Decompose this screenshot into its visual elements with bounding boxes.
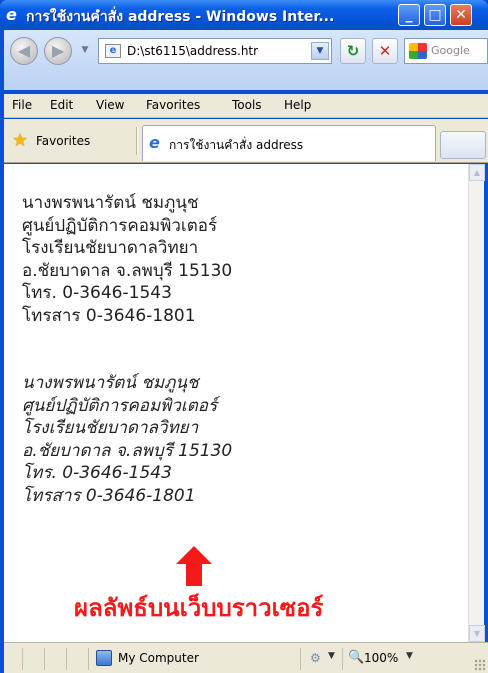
page-icon: e [105,44,121,58]
refresh-button[interactable]: ↻ [340,38,366,64]
address-line: ศูนย์ปฏิบัติการคอมพิวเตอร์ [22,215,218,236]
minimize-button[interactable]: _ [398,4,420,26]
refresh-icon: ↻ [346,42,360,60]
chevron-down-icon[interactable]: ▼ [328,651,335,661]
address-toolbar: ◀ ▶ ▼ e D:\st6115\address.htr ▼ ↻ ✕ Goog… [4,30,488,90]
my-computer-icon [96,650,112,666]
address-url[interactable]: D:\st6115\address.htr [127,44,301,60]
tab-address[interactable]: e การใช้งานคำสั่ง address [142,125,436,161]
address-line-italic: โทร. 0-3646-1543 [22,463,172,483]
address-line: อ.ชัยบาดาล จ.ลพบุรี 15130 [22,260,233,281]
ie-logo-icon: e [6,5,17,24]
address-dropdown-button[interactable]: ▼ [311,42,329,60]
address-input[interactable]: e D:\st6115\address.htr ▼ [98,38,332,64]
google-icon [409,43,427,59]
status-divider [66,648,67,670]
back-arrow-icon: ◀ [17,41,31,60]
address-line: โทร. 0-3646-1543 [22,283,172,303]
resize-grip[interactable] [474,659,486,671]
forward-arrow-icon: ▶ [51,41,65,60]
scroll-up-button[interactable]: ▲ [469,164,485,181]
address-line: โทรสาร 0-3646-1801 [22,305,196,326]
address-line-italic: อ.ชัยบาดาล จ.ลพบุรี 15130 [22,440,233,461]
recent-pages-dropdown[interactable]: ▼ [78,43,92,57]
zoom-dropdown-icon[interactable]: ▼ [406,651,413,661]
address-line-italic: โทรสาร 0-3646-1801 [22,485,196,506]
page-content: นางพรพนารัตน์ ชมภูนุช ศูนย์ปฏิบัติการคอม… [4,164,468,642]
search-placeholder: Google [431,44,470,57]
zoom-icon[interactable]: 🔍 [348,650,364,666]
favorites-star-icon: ★ [12,130,29,151]
address-line-italic: โรงเรียนชัยบาดาลวิทยา [22,418,199,438]
stop-icon: ✕ [378,42,392,60]
toolbar-separator [136,127,138,155]
menu-view[interactable]: View [96,98,124,112]
scroll-down-button[interactable]: ▼ [469,625,485,642]
favorites-button[interactable]: ★ Favorites [8,127,126,155]
back-button[interactable]: ◀ [10,37,38,65]
favorites-label: Favorites [36,134,91,148]
tab-title: การใช้งานคำสั่ง address [169,138,304,152]
address-line: นางพรพนารัตน์ ชมภูนุช [22,193,199,213]
menu-favorites[interactable]: Favorites [146,98,200,112]
red-up-arrow-icon [176,546,212,586]
status-bar: My Computer ⚙ ▼ 🔍 100% ▼ [4,642,488,673]
menu-help[interactable]: Help [284,98,311,112]
security-zone: My Computer [118,651,199,665]
menu-bar: File Edit View Favorites Tools Help [4,94,488,118]
new-tab-button[interactable] [440,131,486,159]
zoom-level[interactable]: 100% [364,651,398,665]
window-title: การใช้งานคำสั่ง address - Windows Inter.… [26,9,335,25]
protected-mode-icon[interactable]: ⚙ [310,651,326,665]
address-line-italic: นางพรพนารัตน์ ชมภูนุช [22,373,199,393]
address-line: โรงเรียนชัยบาดาลวิทยา [22,238,199,258]
search-box[interactable]: Google [404,38,488,64]
status-divider [300,648,301,670]
address-block-normal: นางพรพนารัตน์ ชมภูนุช ศูนย์ปฏิบัติการคอม… [22,192,462,327]
status-divider [44,648,45,670]
close-button[interactable]: ✕ [450,4,472,26]
menu-file[interactable]: File [12,98,32,112]
vertical-scrollbar[interactable]: ▲ ▼ [468,164,485,642]
menu-tools[interactable]: Tools [232,98,262,112]
result-annotation: ผลลัพธ์บนเว็บบราวเซอร์ [74,594,324,622]
forward-button[interactable]: ▶ [44,37,72,65]
maximize-button[interactable]: □ [424,4,446,26]
status-divider [342,648,343,670]
stop-button[interactable]: ✕ [372,38,398,64]
favorites-bar: ★ Favorites e การใช้งานคำสั่ง address [4,119,488,163]
status-divider [88,648,89,670]
address-line-italic: ศูนย์ปฏิบัติการคอมพิวเตอร์ [22,395,218,416]
browser-window: e การใช้งานคำสั่ง address - Windows Inte… [0,0,488,673]
status-divider [22,648,23,670]
menu-edit[interactable]: Edit [50,98,73,112]
title-bar: e การใช้งานคำสั่ง address - Windows Inte… [0,0,488,30]
ie-page-icon: e [149,133,160,152]
address-block-italic: นางพรพนารัตน์ ชมภูนุช ศูนย์ปฏิบัติการคอม… [22,372,462,507]
